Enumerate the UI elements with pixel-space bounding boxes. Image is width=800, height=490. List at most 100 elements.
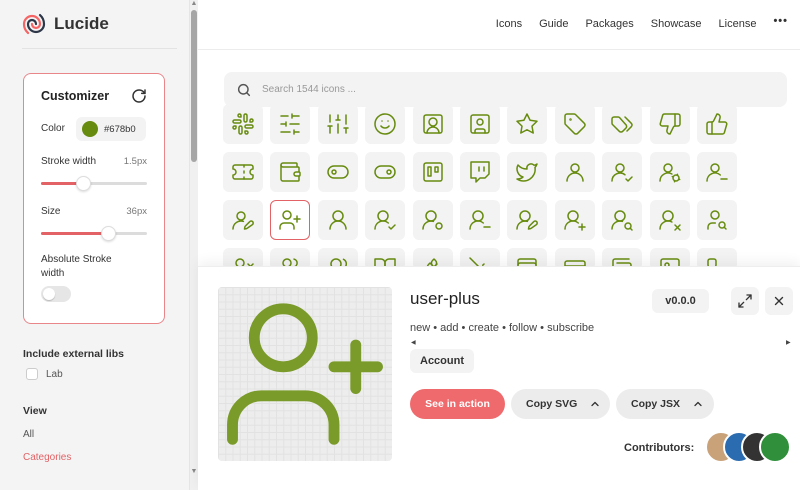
- reset-icon[interactable]: [131, 88, 147, 104]
- icon-cell-thumbs-down[interactable]: [649, 104, 690, 144]
- stroke-width-slider[interactable]: [41, 176, 147, 191]
- square-user-icon: [470, 114, 490, 134]
- icon-cell-sliders-horizontal[interactable]: [270, 104, 311, 144]
- sliders-horizontal-icon: [280, 113, 301, 135]
- customizer-panel: Customizer Color #678b0 Stroke width 1.5…: [23, 73, 165, 324]
- icon-cell-tag[interactable]: [554, 104, 595, 144]
- icon-cell-sliders-vertical[interactable]: [317, 104, 358, 144]
- view-all-link[interactable]: All: [23, 429, 34, 440]
- search-bar[interactable]: Search 1544 icons ...: [224, 72, 787, 107]
- icon-cell-thumbs-up[interactable]: [697, 104, 737, 144]
- scrollbar-thumb[interactable]: [191, 10, 197, 162]
- see-in-action-button[interactable]: See in action: [410, 389, 505, 419]
- color-value[interactable]: #678b0: [104, 124, 136, 135]
- chevron-up-icon[interactable]: [589, 398, 601, 410]
- icon-cell-smile[interactable]: [365, 104, 406, 144]
- contributors-label: Contributors:: [624, 442, 695, 454]
- contributors-avatars: [705, 431, 795, 463]
- icon-cell-user-round-cog[interactable]: [412, 200, 453, 240]
- icon-cell-tags[interactable]: [602, 104, 643, 144]
- stroke-width-thumb[interactable]: [76, 176, 92, 191]
- user-minus-icon: [706, 163, 728, 182]
- icon-cell-user-round[interactable]: [317, 200, 358, 240]
- user-plus-icon: [279, 210, 302, 230]
- search-input[interactable]: Search 1544 icons ...: [262, 84, 356, 95]
- user-round-minus-icon: [469, 210, 491, 230]
- tags-scroll-right-icon[interactable]: ▶: [786, 339, 791, 346]
- nav-icons[interactable]: Icons: [496, 18, 522, 30]
- icon-cell-user-pen[interactable]: [223, 200, 263, 240]
- user-round-cog-icon: [421, 210, 443, 230]
- thumbs-down-icon: [659, 113, 681, 135]
- lab-checkbox[interactable]: [26, 368, 38, 380]
- scroll-down-icon[interactable]: ▼: [190, 468, 198, 475]
- tags-scroll-left-icon[interactable]: ◀: [411, 339, 416, 346]
- user-round-plus-icon: [564, 210, 586, 231]
- more-menu-icon[interactable]: •••: [773, 15, 788, 27]
- nav-license[interactable]: License: [719, 18, 757, 30]
- user-round-pen-icon: [516, 210, 539, 230]
- icon-cell-user-check[interactable]: [602, 152, 643, 192]
- absolute-stroke-label: Absolute Stroke width: [41, 254, 112, 279]
- copy-jsx-button[interactable]: Copy JSX: [616, 389, 714, 419]
- icon-cell-square-user[interactable]: [460, 104, 500, 144]
- view-categories-link[interactable]: Categories: [23, 452, 71, 463]
- icon-cell-user-plus[interactable]: [270, 200, 311, 240]
- user-cog-icon: [658, 163, 681, 183]
- icon-cell-toggle-right[interactable]: [365, 152, 406, 192]
- icon-cell-user-round-x[interactable]: [649, 200, 690, 240]
- icon-cell-user-round-pen[interactable]: [507, 200, 548, 240]
- ticket-icon: [232, 164, 254, 180]
- contributor-avatar[interactable]: [759, 431, 791, 463]
- nav-packages[interactable]: Packages: [585, 18, 633, 30]
- copy-svg-button[interactable]: Copy SVG: [511, 389, 610, 419]
- color-label: Color: [41, 123, 65, 134]
- user-search-icon: [707, 210, 727, 230]
- customizer-title: Customizer: [41, 89, 110, 103]
- nav-guide[interactable]: Guide: [539, 18, 568, 30]
- icon-cell-user-round-search[interactable]: [602, 200, 643, 240]
- logo[interactable]: Lucide: [22, 12, 109, 36]
- icon-cell-user-cog[interactable]: [649, 152, 690, 192]
- icon-cell-twitter[interactable]: [507, 152, 548, 192]
- scrollbar[interactable]: ▲ ▼: [190, 0, 198, 490]
- chevron-up-icon[interactable]: [692, 398, 704, 410]
- icon-cell-twitch[interactable]: [460, 152, 500, 192]
- color-swatch[interactable]: [82, 121, 98, 137]
- trello-icon: [422, 162, 443, 182]
- thumbs-up-icon: [706, 113, 728, 135]
- icon-cell-slack[interactable]: [223, 104, 263, 144]
- icon-cell-trello[interactable]: [412, 152, 453, 192]
- version-badge[interactable]: v0.0.0: [652, 289, 709, 313]
- icon-cell-user[interactable]: [554, 152, 595, 192]
- icon-cell-user-round-minus[interactable]: [460, 200, 500, 240]
- icon-cell-user-search[interactable]: [697, 200, 737, 240]
- search-icon: [237, 83, 251, 96]
- lucide-logo-icon: [22, 13, 46, 35]
- scroll-up-icon[interactable]: ▲: [190, 0, 198, 7]
- icon-cell-star[interactable]: [507, 104, 548, 144]
- tags-icon: [611, 116, 633, 133]
- absolute-stroke-toggle[interactable]: [41, 286, 71, 302]
- close-button[interactable]: [765, 287, 793, 315]
- wallet-icon: [280, 162, 302, 182]
- icon-cell-user-round-check[interactable]: [365, 200, 406, 240]
- lab-label[interactable]: Lab: [46, 369, 63, 380]
- icon-cell-wallet[interactable]: [270, 152, 311, 192]
- icon-cell-toggle-left[interactable]: [317, 152, 358, 192]
- color-picker[interactable]: #678b0: [76, 117, 146, 141]
- nav-showcase[interactable]: Showcase: [651, 18, 702, 30]
- icon-cell-square-user-round[interactable]: [412, 104, 453, 144]
- icon-preview: [218, 287, 392, 461]
- icon-cell-ticket[interactable]: [223, 152, 263, 192]
- category-badge[interactable]: Account: [410, 349, 474, 373]
- size-slider[interactable]: [41, 226, 147, 241]
- divider: [22, 48, 177, 49]
- icon-cell-user-round-plus[interactable]: [554, 200, 595, 240]
- expand-button[interactable]: [731, 287, 759, 315]
- icon-cell-user-minus[interactable]: [697, 152, 737, 192]
- size-thumb[interactable]: [100, 226, 116, 241]
- user-round-icon: [329, 210, 347, 230]
- sidebar: Lucide Customizer Color #678b0 Stroke wi…: [0, 0, 190, 490]
- user-round-x-icon: [658, 210, 681, 231]
